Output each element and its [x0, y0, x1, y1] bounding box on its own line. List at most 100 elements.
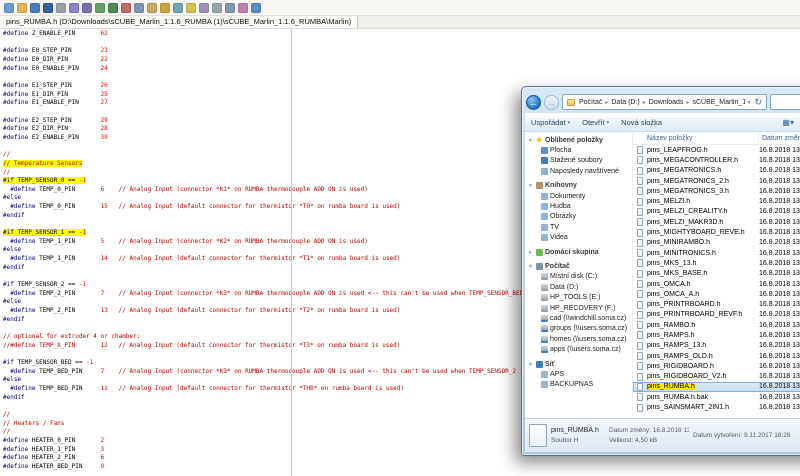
nav-item[interactable]: Dokumenty	[527, 191, 632, 201]
file-row[interactable]: pins_OMCA.h16.8.2018 13:57	[633, 279, 800, 289]
nav-item[interactable]: HP_TOOLS (E:)	[527, 292, 632, 302]
code-line: #define E0_STEP_PIN 23	[3, 47, 800, 56]
breadcrumb-segment[interactable]: Počítač	[577, 99, 604, 106]
redo-icon[interactable]	[108, 3, 118, 13]
new-file-icon[interactable]	[4, 3, 14, 13]
editor-tab[interactable]: pins_RUMBA.h (D:\Downloads\sCUBE_Marlin_…	[0, 16, 358, 28]
twistie-icon[interactable]: ▾	[527, 361, 534, 368]
paste-icon[interactable]	[147, 3, 157, 13]
file-row[interactable]: pins_RUMBA.h16.8.2018 13:57	[633, 382, 800, 392]
nav-section-computer[interactable]: ▾Počítač	[527, 261, 632, 271]
file-row[interactable]: pins_RIGIDBOARD_V2.h16.8.2018 13:57	[633, 372, 800, 382]
nav-item[interactable]: Místní disk (C:)	[527, 272, 632, 282]
drive-icon	[541, 305, 548, 312]
nav-item[interactable]: Hudba	[527, 201, 632, 211]
file-row[interactable]: pins_MELZI_CREALITY.h16.8.2018 13:57	[633, 207, 800, 217]
views-button[interactable]: ▦▾	[782, 118, 794, 127]
file-row[interactable]: pins_PRINTRBOARD.h16.8.2018 13:57	[633, 299, 800, 309]
organize-button[interactable]: Uspořádat▾	[531, 118, 570, 127]
file-icon-large	[529, 424, 547, 447]
nav-item[interactable]: homes (\\users.soma.cz)	[527, 334, 632, 344]
refresh-icon[interactable]: ↻	[752, 97, 764, 108]
twistie-icon[interactable]: ▸	[527, 249, 534, 256]
nav-section-favorites[interactable]: ▾★Oblíbené položky	[527, 135, 632, 145]
search-input[interactable]	[770, 94, 800, 110]
file-row[interactable]: pins_RIGIDBOARD.h16.8.2018 13:57	[633, 361, 800, 371]
file-row[interactable]: pins_MEGACONTROLLER.h16.8.2018 13:57	[633, 155, 800, 165]
file-row[interactable]: pins_SAINSMART_2IN1.h16.8.2018 13:57	[633, 402, 800, 412]
file-date: 16.8.2018 13:57	[759, 342, 800, 349]
file-name: pins_OMCA_A.h	[647, 291, 759, 298]
twistie-icon[interactable]: ▾	[527, 137, 534, 144]
file-row[interactable]: pins_PRINTRBOARD_REVF.h16.8.2018 13:57	[633, 310, 800, 320]
nav-section-network[interactable]: ▾Síť	[527, 359, 632, 369]
bookmark-icon[interactable]	[238, 3, 248, 13]
save-icon[interactable]	[30, 3, 40, 13]
file-row[interactable]: pins_MIGHTYBOARD_REVE.h16.8.2018 13:57	[633, 227, 800, 237]
project-icon[interactable]	[160, 3, 170, 13]
reformat-icon[interactable]	[173, 3, 183, 13]
address-dropdown-icon[interactable]: ▾	[745, 99, 752, 106]
print-icon[interactable]	[56, 3, 66, 13]
nav-item[interactable]: Stažené soubory	[527, 156, 632, 166]
nav-item[interactable]: TV	[527, 222, 632, 232]
hex-edit-icon[interactable]	[199, 3, 209, 13]
undo-icon[interactable]	[95, 3, 105, 13]
forward-button[interactable]: →	[544, 95, 559, 110]
column-header-date[interactable]: Datum změny	[759, 135, 800, 142]
replace-icon[interactable]	[82, 3, 92, 13]
nav-item[interactable]: Obrázky	[527, 212, 632, 222]
nav-item[interactable]: apps (\\users.soma.cz)	[527, 344, 632, 354]
file-row[interactable]: pins_RAMBO.h16.8.2018 13:57	[633, 320, 800, 330]
fullscreen-icon[interactable]	[225, 3, 235, 13]
file-row[interactable]: pins_MEGATRONICS_2.h16.8.2018 13:57	[633, 176, 800, 186]
back-button[interactable]: ←	[526, 95, 541, 110]
details-file-name: pins_RUMBA.h	[551, 427, 605, 434]
file-row[interactable]: pins_RAMPS.h16.8.2018 13:57	[633, 330, 800, 340]
find-icon[interactable]	[69, 3, 79, 13]
file-row[interactable]: pins_MELZI.h16.8.2018 13:57	[633, 196, 800, 206]
help-icon[interactable]	[251, 3, 261, 13]
column-header-name[interactable]: Název položky	[633, 132, 759, 144]
nav-item[interactable]: Videa	[527, 233, 632, 243]
twistie-icon[interactable]: ▾	[527, 182, 534, 189]
file-list: pins_LEAPFROG.h16.8.2018 13:57pins_MEGAC…	[633, 145, 800, 418]
nav-item[interactable]: Data (D:)	[527, 282, 632, 292]
new-folder-button[interactable]: Nová složka	[621, 118, 662, 127]
nav-item[interactable]: BACKUPNAS	[527, 380, 632, 390]
settings-icon[interactable]	[212, 3, 222, 13]
nav-item[interactable]: APS	[527, 369, 632, 379]
nav-section-homegroup[interactable]: ▸Domácí skupina	[527, 247, 632, 257]
breadcrumb-segment[interactable]: Data (D:)	[609, 99, 641, 106]
breadcrumb-segment[interactable]: Downloads	[647, 99, 686, 106]
cut-icon[interactable]	[121, 3, 131, 13]
file-date: 16.8.2018 13:57	[759, 147, 800, 154]
open-file-icon[interactable]	[17, 3, 27, 13]
twistie-icon[interactable]: ▾	[527, 263, 534, 270]
nav-item[interactable]: HP_RECOVERY (F:)	[527, 303, 632, 313]
file-row[interactable]: pins_RUMBA.h.bak16.8.2018 13:57	[633, 392, 800, 402]
nav-item[interactable]: Naposledy navštívené	[527, 166, 632, 176]
nav-section-libraries[interactable]: ▾Knihovny	[527, 181, 632, 191]
nav-item[interactable]: cad (\\windchill.soma.cz)	[527, 313, 632, 323]
save-all-icon[interactable]	[43, 3, 53, 13]
file-row[interactable]: pins_OMCA_A.h16.8.2018 13:57	[633, 289, 800, 299]
copy-icon[interactable]	[134, 3, 144, 13]
file-row[interactable]: pins_MEGATRONICS.h16.8.2018 13:57	[633, 166, 800, 176]
breadcrumb-segment[interactable]: sCUBE_Marlin_1.1.6_RUMBA (1)	[690, 99, 745, 106]
file-row[interactable]: pins_MKS_13.h16.8.2018 13:57	[633, 258, 800, 268]
color-select-icon[interactable]	[186, 3, 196, 13]
file-row[interactable]: pins_RAMPS_OLD.h16.8.2018 13:57	[633, 351, 800, 361]
nav-item[interactable]: groups (\\users.soma.cz)	[527, 324, 632, 334]
file-row[interactable]: pins_MINIRAMBO.h16.8.2018 13:57	[633, 238, 800, 248]
file-row[interactable]: pins_RAMPS_13.h16.8.2018 13:57	[633, 341, 800, 351]
nav-item[interactable]: Plocha	[527, 145, 632, 155]
open-button[interactable]: Otevřít▾	[582, 118, 609, 127]
file-name: pins_MEGATRONICS_2.h	[647, 178, 759, 185]
file-row[interactable]: pins_MEGATRONICS_3.h16.8.2018 13:57	[633, 186, 800, 196]
file-row[interactable]: pins_MKS_BASE.h16.8.2018 13:57	[633, 269, 800, 279]
address-bar[interactable]: Počítač▸Data (D:)▸Downloads▸sCUBE_Marlin…	[562, 94, 767, 110]
file-row[interactable]: pins_LEAPFROG.h16.8.2018 13:57	[633, 145, 800, 155]
file-row[interactable]: pins_MELZI_MAKR3D.h16.8.2018 13:57	[633, 217, 800, 227]
file-row[interactable]: pins_MINITRONICS.h16.8.2018 13:57	[633, 248, 800, 258]
